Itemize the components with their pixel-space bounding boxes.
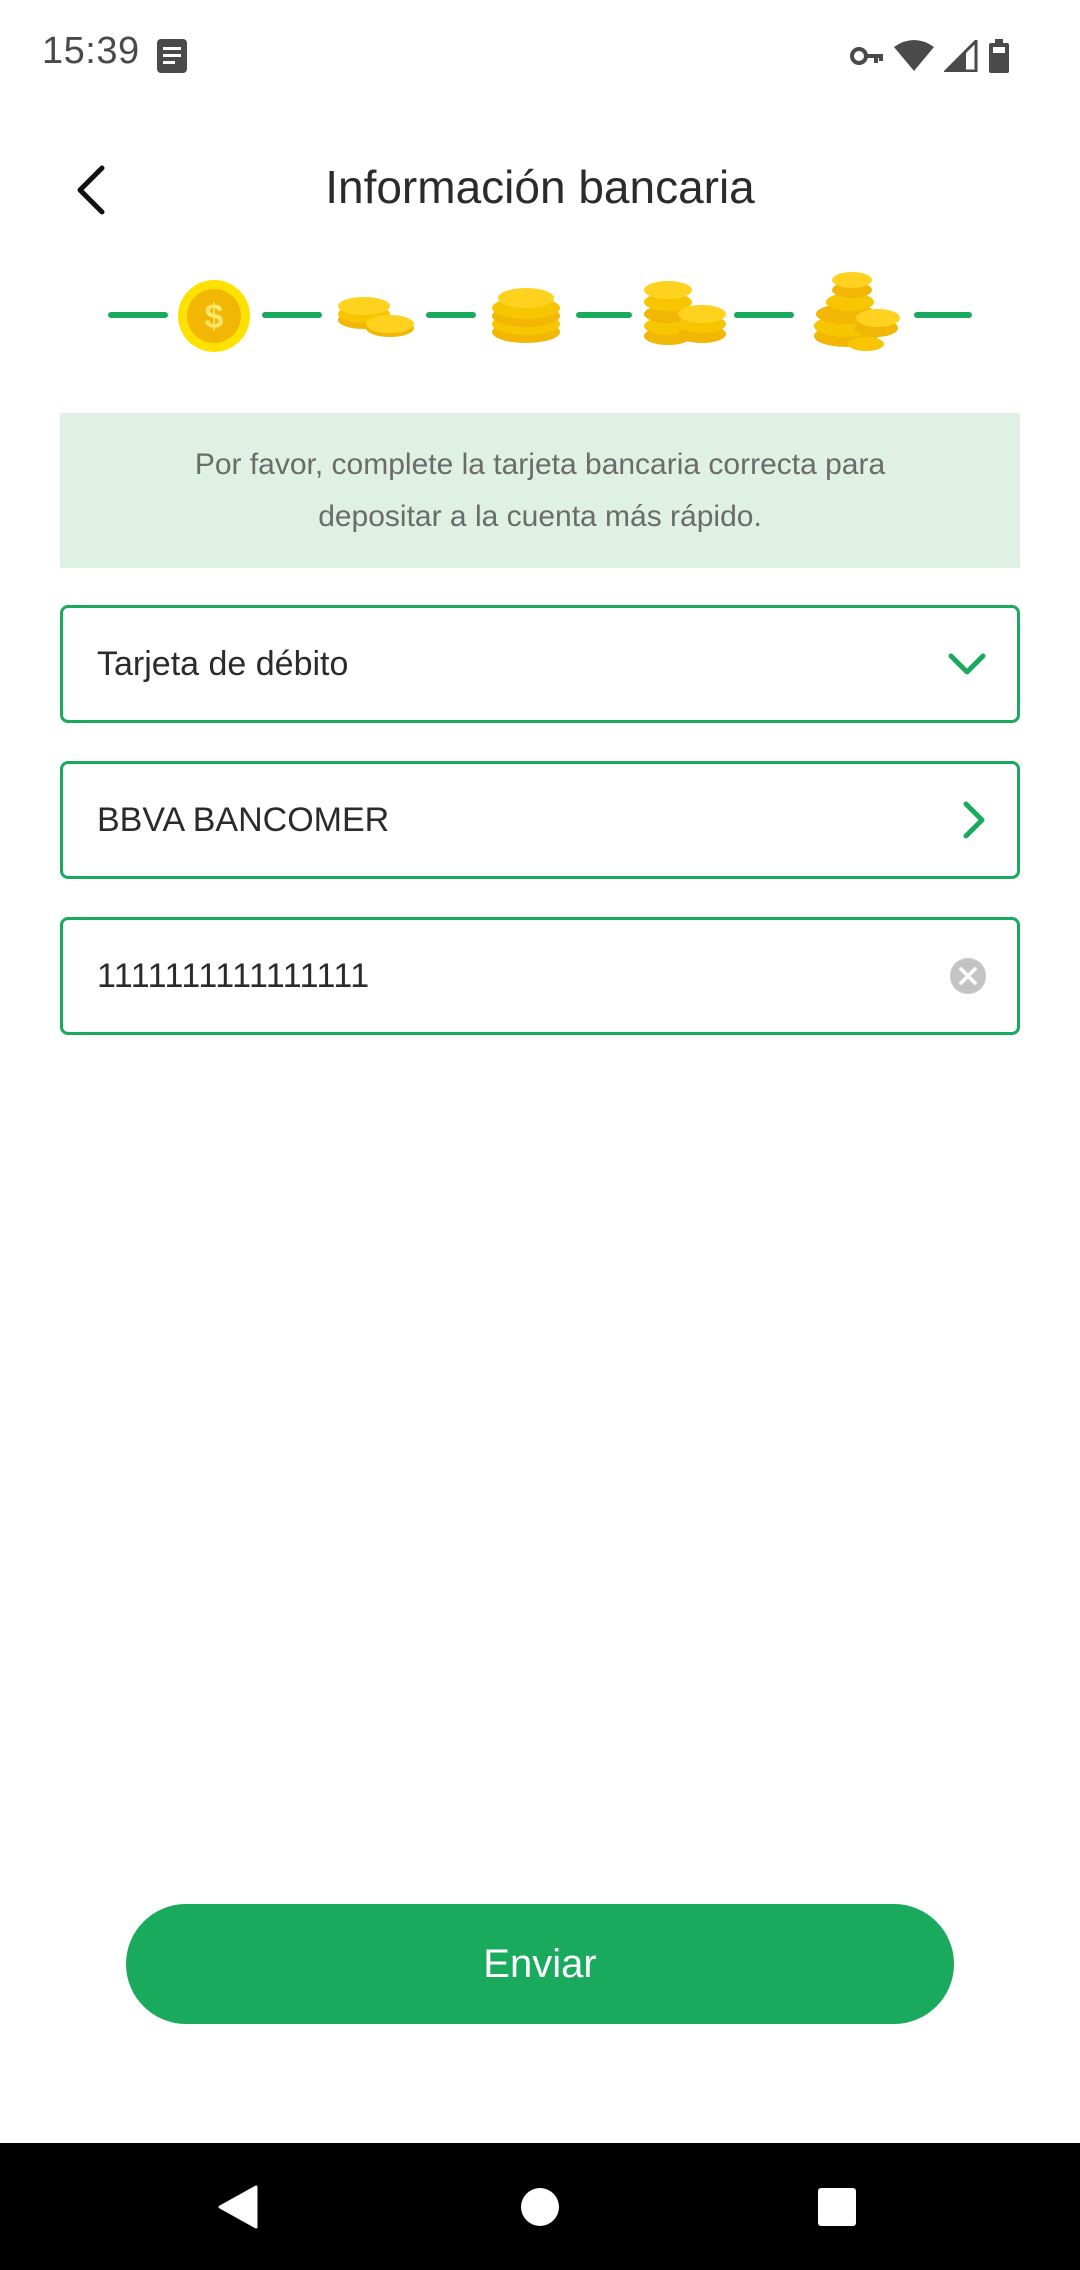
status-icons bbox=[850, 34, 1010, 78]
nav-home-button[interactable] bbox=[480, 2143, 600, 2270]
clear-icon bbox=[950, 958, 986, 994]
system-nav-bar bbox=[0, 2143, 1080, 2270]
wifi-icon bbox=[894, 40, 934, 71]
step-connector bbox=[734, 312, 794, 318]
progress-steps: $ bbox=[0, 268, 1080, 368]
page-title: Información bancaria bbox=[325, 161, 755, 213]
card-number-input[interactable] bbox=[97, 920, 897, 1032]
notice-banner: Por favor, complete la tarjeta bancaria … bbox=[60, 413, 1020, 568]
svg-text:$: $ bbox=[205, 298, 224, 336]
coin-stack-4-icon bbox=[644, 281, 726, 345]
nav-recents-button[interactable] bbox=[777, 2143, 897, 2270]
notice-line-1: Por favor, complete la tarjeta bancaria … bbox=[194, 447, 886, 481]
status-time: 15:39 bbox=[42, 30, 140, 72]
recents-square-icon bbox=[818, 2187, 856, 2226]
coin-current-icon: $ bbox=[178, 280, 250, 352]
step-connector bbox=[914, 312, 972, 318]
card-number-field[interactable] bbox=[60, 917, 1020, 1035]
coin-stack-5-icon bbox=[814, 272, 900, 351]
step-connector bbox=[108, 312, 168, 318]
chevron-right-icon bbox=[963, 801, 985, 839]
vpn-key-icon bbox=[850, 47, 883, 65]
card-type-value: Tarjeta de débito bbox=[97, 645, 349, 683]
chevron-down-icon bbox=[948, 653, 986, 675]
coin-stack-2-icon bbox=[338, 297, 414, 337]
submit-button[interactable]: Enviar bbox=[126, 1904, 954, 2024]
clear-button[interactable] bbox=[949, 920, 987, 1032]
step-connector bbox=[576, 312, 632, 318]
notification-doc-icon bbox=[157, 39, 187, 73]
nav-back-button[interactable] bbox=[178, 2143, 298, 2270]
card-type-select[interactable]: Tarjeta de débito bbox=[60, 605, 1020, 723]
bank-info-screen: 15:39 Información bancaria $ Por favor, … bbox=[0, 0, 1080, 2270]
cell-signal-icon bbox=[944, 40, 978, 72]
step-connector bbox=[262, 312, 322, 318]
notice-text: Por favor, complete la tarjeta bancaria … bbox=[195, 439, 885, 543]
back-triangle-icon bbox=[218, 2185, 258, 2228]
bank-select[interactable]: BBVA BANCOMER bbox=[60, 761, 1020, 879]
coin-stack-3-icon bbox=[492, 288, 560, 343]
home-circle-icon bbox=[521, 2187, 559, 2226]
battery-icon bbox=[989, 39, 1009, 73]
notice-line-2: depositar a la cuenta más rápido. bbox=[318, 499, 762, 533]
status-bar: 15:39 bbox=[0, 0, 1080, 110]
step-connector bbox=[426, 312, 476, 318]
header: Información bancaria bbox=[0, 140, 1080, 240]
bank-value: BBVA BANCOMER bbox=[97, 801, 390, 839]
